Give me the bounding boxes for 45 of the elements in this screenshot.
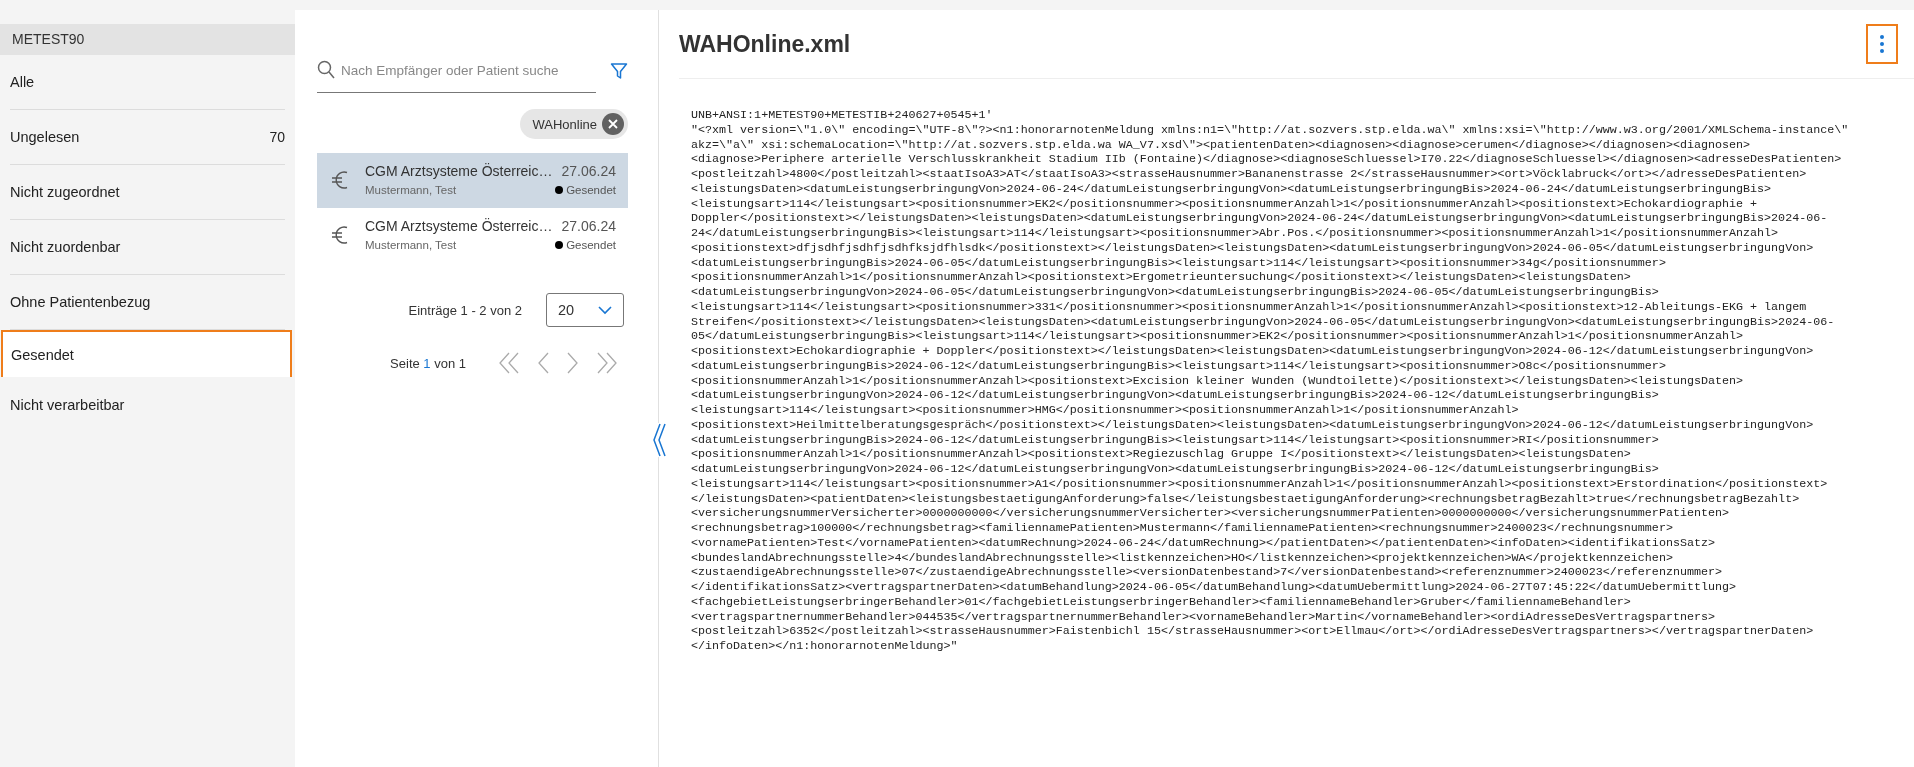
last-page-icon[interactable]: [596, 351, 618, 375]
euro-icon: [331, 223, 349, 246]
page-size-select[interactable]: 20: [546, 293, 624, 327]
sidebar-item-label: Ohne Patientenbezug: [10, 294, 151, 310]
message-patient: Mustermann, Test: [365, 239, 457, 251]
sidebar-item-label: Gesendet: [11, 346, 74, 363]
sidebar-item-label: Nicht zugeordnet: [10, 184, 120, 200]
remove-chip-icon[interactable]: [602, 113, 624, 135]
sidebar-item[interactable]: Alle: [10, 55, 285, 110]
message-patient: Mustermann, Test: [365, 184, 457, 196]
chip-label: WAHonline: [532, 116, 597, 132]
unread-count: 70: [269, 129, 285, 145]
message-item[interactable]: CGM Arztsysteme Österreic… 27.06.24 Mustermann, Test Gesendet: [317, 153, 628, 208]
kebab-menu-icon: [1879, 34, 1885, 54]
search-icon: [317, 60, 335, 80]
previous-page-icon[interactable]: [536, 351, 550, 375]
account-header: METEST90: [0, 24, 295, 55]
document-title: WAHOnline.xml: [679, 30, 851, 58]
filter-icon[interactable]: [610, 61, 628, 80]
status-dot: [555, 186, 564, 194]
message-date: 27.06.24: [561, 163, 616, 179]
first-page-icon[interactable]: [498, 351, 520, 375]
message-date: 27.06.24: [561, 218, 616, 234]
entries-count: Einträge 1 - 2 von 2: [408, 302, 522, 318]
next-page-icon[interactable]: [566, 351, 580, 375]
more-menu-button[interactable]: [1866, 24, 1898, 64]
message-status: Gesendet: [566, 239, 616, 251]
sidebar-item[interactable]: Nicht verarbeitbar: [10, 377, 285, 432]
sidebar-item-label: Nicht zuordenbar: [10, 239, 121, 255]
sidebar-item[interactable]: Nicht zuordenbar: [10, 220, 285, 275]
sidebar-item[interactable]: Nicht zugeordnet: [10, 165, 285, 220]
message-sender: CGM Arztsysteme Österreic…: [365, 163, 553, 179]
page-indicator: Seite 1 von 1: [390, 355, 466, 371]
sidebar-item[interactable]: Gesendet: [1, 330, 292, 377]
caret-icon: [597, 305, 613, 315]
message-status: Gesendet: [566, 184, 616, 196]
message-item[interactable]: CGM Arztsysteme Österreic… 27.06.24 Mustermann, Test Gesendet: [317, 208, 628, 263]
message-sender: CGM Arztsysteme Österreic…: [365, 218, 553, 234]
euro-icon: [331, 168, 349, 191]
sidebar-item-label: Nicht verarbeitbar: [10, 396, 125, 413]
sidebar-item-label: Ungelesen: [10, 129, 80, 145]
status-dot: [555, 241, 564, 249]
xml-content: UNB+ANSI:1+METEST90+METESTIB+240627+0545+1' "<?xml version=\"1.0\" encoding=\"UTF-8\"?><n1:honorarnotenMeldung xmlns:n1=\"http://at.sozvers.stp.elda.wa\" xmlns:xsi=\"http://www.w3.org/2001/XMLSchema-instance\" akz=\"a\" xsi:schemaLocation=\"http://at.sozvers.stp.elda.wa WA_V7.xsd\"><patientenDaten><diagnosen><diagnose>cerumen</diagnose></diagnosen><diagnosen> <diagnose>Periphere arterielle Verschlusskrankheit Stadium IIb (Fontaine)</diagnose><diagnoseSchluessel>I70.22</diagnoseSchluessel></diagnosen><adresseDesPatienten> <postleitzahl>4800</postleitzahl><staatIsoA3>AT</staatIsoA3><strasseHausnummer>Bananenstrasse 2</strasseHausnummer><ort>Vöcklabruck</ort></adresseDesPatienten> <leistungsDaten><datumLeistungserbringungVon>2024-06-24</datumLeistungserbringungVon><datumLeistungserbringungBis>2024-06-24</datumLeistungserbringungBis> <leistungsart>114</leistungsart><positionsnummer>EK2</positionsnummer><positionsnummerAnzahl>1</positionsnummerAnzahl><positionstext>Echokardiographie + Doppler</positionstext></leistungsDaten><leistungsDaten><datumLeistungserbringungVon>2024-06-24</datumLeistungserbringungVon><datumLeistungserbringungBis>2024-06- 24</datumLeistungserbringungBis><leistungsart>114</leistungsart><positionsnummer>Abr.Pos.</positionsnummer><positionsnummerAnzahl>1</positionsnummerAnzahl> <positionstext>dfjsdhfjsdhfjsdhfksjdfhlsdk</positionstext></leistungsDaten><leistungsDaten><datumLeistungserbringungVon>2024-06-05</datumLeistungserbringungVon> <datumLeistungserbringungBis>2024-06-05</datumLeistungserbringungBis><leistungsart>114</leistungsart><positionsnummer>34g</positionsnummer> <positionsnummerAnzahl>1</positionsnummerAnzahl><positionstext>Ergometrieuntersuchung</positionstext></leistungsDaten><leistungsDaten> <datumLeistungserbringungVon>2024-06-05</datumLeistungserbringungVon><datumLeistungserbringungBis>2024-06-05</datumLeistungserbringungBis> <leistungsart>114</leistungsart><positionsnummer>331</positionsnummer><positionsnummerAnzahl>1</positionsnummerAnzahl><positionstext>12-Ableitungs-EKG + langem Streifen</positionstext></leistungsDaten><leistungsDaten><datumLeistungserbringungVon>2024-06-05</datumLeistungserbringungVon><datumLeistungserbringungBis>2024-06- 05</datumLeistungserbringungBis><leistungsart>114</leistungsart><positionsnummer>EK2</positionsnummer><positionsnummerAnzahl>1</positionsnummerAnzahl> <positionstext>Echokardiographie + Doppler</positionstext></leistungsDaten><leistungsDaten><datumLeistungserbringungVon>2024-06-12</datumLeistungserbringungVon> <datumLeistungserbringungBis>2024-06-12</datumLeistungserbringungBis><leistungsart>114</leistungsart><positionsnummer>O8c</positionsnummer> <positionsnummerAnzahl>1</positionsnummerAnzahl><positionstext>Excision kleiner Wunden (Wundtoilette)</positionstext></leistungsDaten><leistungsDaten> <datumLeistungserbringungVon>2024-06-12</datumLeistungserbringungVon><datumLeistungserbringungBis>2024-06-12</datumLeistungserbringungBis> <leistungsart>114</leistungsart><positionsnummer>HMG</positionsnummer><positionsnummerAnzahl>1</positionsnummerAnzahl> <positionstext>Heilmittelberatungsgespräch</positionstext></leistungsDaten><leistungsDaten><datumLeistungserbringungVon>2024-06-12</datumLeistungserbringungVon> <datumLeistungserbringungBis>2024-06-12</datumLeistungserbringungBis><leistungsart>114</leistungsart><positionsnummer>RI</positionsnummer> <positionsnummerAnzahl>1</positionsnummerAnzahl><positionstext>Regiezuschlag Gruppe I</positionstext></leistungsDaten><leistungsDaten> <datumLeistungserbringungVon>2024-06-12</datumLeistungserbringungVon><datumLeistungserbringungBis>2024-06-12</datumLeistungserbringungBis> <leistungsart>114</leistungsart><positionsnummer>A1</positionsnummer><positionsnummerAnzahl>1</positionsnummerAnzahl><positionstext>Erstordination</positionstext> </leistungsDaten><patientDaten><leistungsbestaetigungAnforderung>false</leistungsbestaetigungAnforderung><rechnungsbetragBezahlt>true</rechnungsbetragBezahlt> <versicherungsnummerVersicherter>0000000000</versicherungsnummerVersicherter><versicherungsnummerPatienten>0000000000</versicherungsnummerPatienten> <rechnungsbetrag>100000</rechnungsbetrag><familiennamePatienten>Mustermann</familiennamePatienten><rechnungsnummer>2400023</rechnungsnummer> <vornamePatienten>Test</vornamePatienten><datumRechnung>2024-06-24</datumRechnung></patientDaten></patientenDaten><infoDaten><identifikationsSatz> <bundeslandAbrechnungsstelle>4</bundeslandAbrechnungsstelle><listkennzeichen>HO</listkennzeichen><projektkennzeichen>WA</projektkennzeichen> <zustaendigeAbrechnungsstelle>07</zustaendigeAbrechnungsstelle><versionDatenbestand>7</versionDatenbestand><referenznummer>2400023</referenznummer> </identifikationsSatz><vertragspartnerDaten><datumBehandlung>2024-06-05</datumBehandlung><datumUebermittlung>2024-06-27T07:45:22</datumUebermittlung> <fachgebietLeistungserbringerBehandler>01</fachgebietLeistungserbringerBehandler><familiennameBehandler>Gruber</familiennameBehandler> <vertragspartnernummerBehandler>044535</vertragspartnernummerBehandler><vornameBehandler>Martin</vornameBehandler><ordiAdresseDesVertragspartners> <postleitzahl>6352</postleitzahl><strasseHausnummer>Faistenbichl 15</strasseHausnummer><ort>Ellmau</ort></ordiAdresseDesVertragspartners></vertragspartnerDaten> </infoDaten></n1:honorarnotenMeldung>": [691, 108, 1850, 654]
sidebar-item-label: Alle: [10, 74, 35, 90]
sidebar-item[interactable]: Ungelesen 70: [10, 110, 285, 165]
